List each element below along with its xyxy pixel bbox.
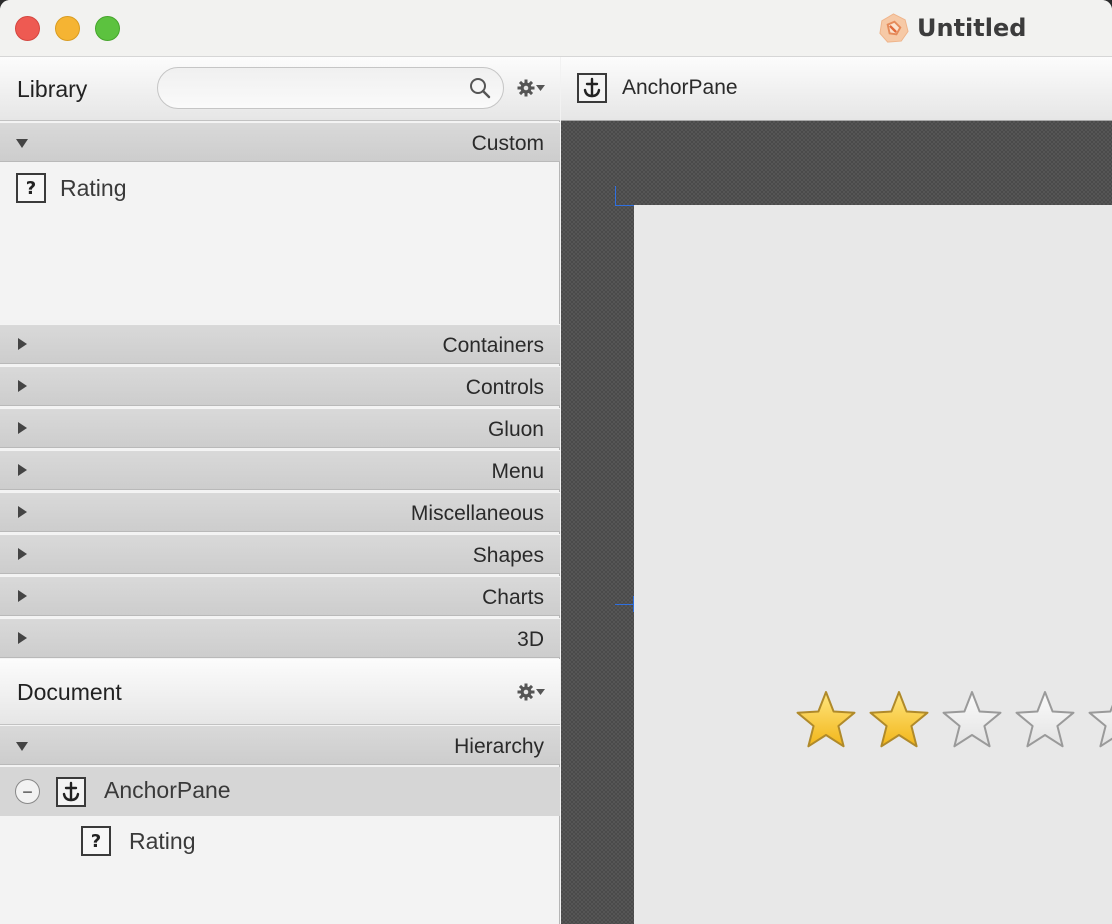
zoom-window-button[interactable] [95, 16, 120, 41]
chevron-down-icon [536, 689, 545, 695]
app-logo-icon [879, 12, 909, 43]
section-label: Menu [491, 460, 544, 483]
section-label: Miscellaneous [410, 502, 544, 525]
section-label: Charts [482, 586, 544, 609]
left-panel: Library Custom ? Rating Containers Contr… [0, 57, 560, 924]
anchorpane-surface[interactable] [634, 205, 1112, 924]
star-filled-icon[interactable] [794, 689, 858, 753]
disclosure-down-icon [16, 139, 28, 148]
section-controls[interactable]: Controls [0, 366, 560, 406]
section-3d[interactable]: 3D [0, 618, 560, 658]
rating-control[interactable] [794, 689, 1112, 753]
minimize-window-button[interactable] [55, 16, 80, 41]
design-canvas[interactable] [561, 121, 1112, 924]
document-settings-button[interactable] [517, 683, 545, 701]
section-gluon[interactable]: Gluon [0, 408, 560, 448]
disclosure-down-icon [16, 742, 28, 751]
section-label: Controls [465, 376, 544, 399]
app-window: Untitled Library Custom ? Rating Contain… [0, 0, 1112, 924]
section-label: Gluon [487, 418, 544, 441]
section-label: 3D [517, 628, 544, 651]
tree-item-label: AnchorPane [104, 777, 231, 803]
library-header: Library [0, 57, 560, 121]
disclosure-right-icon [18, 506, 27, 518]
disclosure-right-icon [18, 380, 27, 392]
section-shapes[interactable]: Shapes [0, 534, 560, 574]
breadcrumb[interactable]: AnchorPane [622, 76, 738, 100]
content-header: AnchorPane [561, 57, 1112, 121]
guide-line [615, 186, 616, 206]
library-item-label: Rating [60, 174, 127, 201]
question-icon: ? [16, 173, 46, 203]
chevron-down-icon [536, 85, 545, 91]
section-containers[interactable]: Containers [0, 324, 560, 364]
section-charts[interactable]: Charts [0, 576, 560, 616]
gear-icon [517, 683, 535, 701]
tree-row-rating[interactable]: ? Rating [81, 825, 195, 857]
window-title-text: Untitled [917, 14, 1027, 42]
disclosure-right-icon [18, 632, 27, 644]
star-empty-icon[interactable] [940, 689, 1004, 753]
guide-line [615, 604, 634, 605]
tree-row-anchorpane[interactable]: − AnchorPane [0, 767, 560, 816]
question-icon: ? [81, 826, 111, 856]
section-menu[interactable]: Menu [0, 450, 560, 490]
collapse-node-button[interactable]: − [15, 779, 40, 804]
section-label: Hierarchy [454, 735, 544, 758]
section-label: Shapes [472, 544, 544, 567]
window-title: Untitled [878, 10, 1026, 46]
content-panel: AnchorPane [561, 57, 1112, 924]
disclosure-right-icon [18, 422, 27, 434]
section-label: Containers [442, 334, 544, 357]
section-label: Custom [471, 132, 544, 155]
disclosure-right-icon [18, 548, 27, 560]
library-search-input[interactable] [172, 74, 462, 102]
library-settings-button[interactable] [517, 79, 545, 97]
section-hierarchy[interactable]: Hierarchy [0, 725, 560, 765]
library-item-rating[interactable]: ? Rating [16, 173, 126, 203]
search-icon[interactable] [469, 77, 491, 99]
title-bar: Untitled [0, 0, 1112, 57]
section-custom[interactable]: Custom [0, 122, 560, 162]
library-title: Library [17, 76, 88, 102]
anchor-icon [56, 777, 86, 807]
anchor-icon [577, 73, 607, 103]
gear-icon [517, 79, 535, 97]
document-header: Document [0, 659, 560, 725]
close-window-button[interactable] [15, 16, 40, 41]
disclosure-right-icon [18, 464, 27, 476]
document-title: Document [17, 679, 122, 705]
tree-item-label: Rating [129, 827, 196, 854]
star-empty-icon[interactable] [1086, 689, 1112, 753]
star-empty-icon[interactable] [1013, 689, 1077, 753]
star-filled-icon[interactable] [867, 689, 931, 753]
section-miscellaneous[interactable]: Miscellaneous [0, 492, 560, 532]
disclosure-right-icon [18, 590, 27, 602]
guide-line [615, 205, 634, 206]
disclosure-right-icon [18, 338, 27, 350]
library-search-box[interactable] [157, 67, 504, 109]
